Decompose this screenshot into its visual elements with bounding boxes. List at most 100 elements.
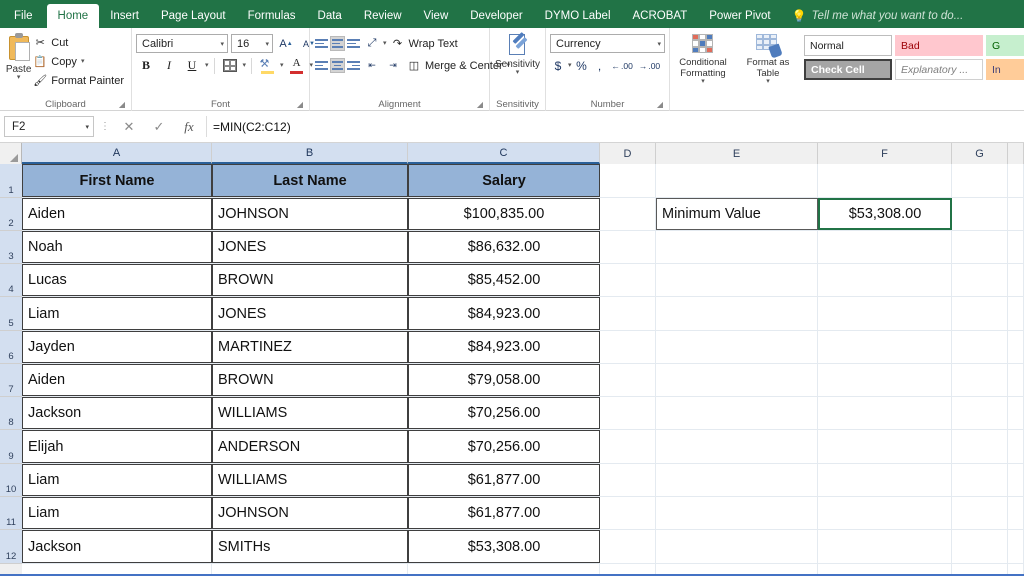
cell-g9[interactable] [952,430,1008,463]
accounting-format-button[interactable]: $ [550,57,566,75]
cell-c3[interactable]: $86,632.00 [408,231,600,263]
cell-c5[interactable]: $84,923.00 [408,297,600,330]
formula-bar-grip[interactable]: ⋮ [98,121,112,132]
column-header-d[interactable]: D [600,143,656,164]
row-header-1[interactable]: 1 [0,164,22,198]
decrease-decimal-button[interactable]: → .00 [637,61,662,71]
cell-style-check-cell[interactable]: Check Cell [804,59,892,80]
row-header-9[interactable]: 9 [0,430,22,464]
cell-a10[interactable]: Liam [22,464,212,496]
chevron-down-icon[interactable]: ▾ [243,62,247,69]
cell-e2-minimum-value-label[interactable]: Minimum Value [656,198,818,230]
cell-g6[interactable] [952,331,1008,363]
cell-e3[interactable] [656,231,818,263]
cell-e5[interactable] [656,297,818,330]
cell-h11[interactable] [1008,497,1024,529]
cell-style-good[interactable]: G [986,35,1024,56]
align-center-button[interactable] [330,58,345,73]
ribbon-tab-developer[interactable]: Developer [459,4,533,28]
ribbon-tab-acrobat[interactable]: ACROBAT [622,4,699,28]
dialog-launcher-icon[interactable]: ◢ [477,98,483,111]
cell-c10[interactable]: $61,877.00 [408,464,600,496]
dialog-launcher-icon[interactable]: ◢ [119,98,125,111]
cell-c1[interactable]: Salary [408,164,600,197]
cell-c11[interactable]: $61,877.00 [408,497,600,529]
paste-button[interactable]: Paste ▾ [4,31,33,81]
cell-d8[interactable] [600,397,656,429]
cell-f9[interactable] [818,430,952,463]
column-header-b[interactable]: B [212,143,408,164]
row-header-6[interactable]: 6 [0,331,22,364]
cell-a3[interactable]: Noah [22,231,212,263]
row-header-11[interactable]: 11 [0,497,22,530]
column-header-c[interactable]: C [408,143,600,164]
orientation-button[interactable]: ⤢ [362,34,382,53]
cell-b12[interactable]: SMITHs [212,530,408,563]
tell-me-search[interactable]: 💡 Tell me what you want to do... [782,4,974,28]
cell-d3[interactable] [600,231,656,263]
cell-a1[interactable]: First Name [22,164,212,197]
cell-d7[interactable] [600,364,656,396]
row-header-12[interactable]: 12 [0,530,22,564]
cell-g4[interactable] [952,264,1008,296]
wrap-text-button[interactable]: ↷ Wrap Text [388,35,458,53]
font-size-combobox[interactable]: 16 ▾ [231,34,273,53]
cell-c7[interactable]: $79,058.00 [408,364,600,396]
cell-a8[interactable]: Jackson [22,397,212,429]
bold-button[interactable]: B [136,56,156,75]
cell-a6[interactable]: Jayden [22,331,212,363]
cell-e6[interactable] [656,331,818,363]
cell-d9[interactable] [600,430,656,463]
cell-d1[interactable] [600,164,656,197]
row-header-7[interactable]: 7 [0,364,22,397]
formula-input[interactable]: =MIN(C2:C12) [206,116,1020,137]
italic-button[interactable]: I [159,56,179,75]
row-header-10[interactable]: 10 [0,464,22,497]
row-header-4[interactable]: 4 [0,264,22,297]
cell-a11[interactable]: Liam [22,497,212,529]
name-box[interactable]: F2 ▾ [4,116,94,137]
cell-b1[interactable]: Last Name [212,164,408,197]
cell-c4[interactable]: $85,452.00 [408,264,600,296]
cell-f7[interactable] [818,364,952,396]
chevron-down-icon[interactable]: ▾ [766,78,770,85]
column-header-g[interactable]: G [952,143,1008,164]
chevron-down-icon[interactable]: ▾ [17,74,21,81]
dialog-launcher-icon[interactable]: ◢ [297,98,303,111]
chevron-down-icon[interactable]: ▾ [205,62,209,69]
cell-g11[interactable] [952,497,1008,529]
cell-g10[interactable] [952,464,1008,496]
cell-b6[interactable]: MARTINEZ [212,331,408,363]
chevron-down-icon[interactable]: ▾ [81,58,85,65]
cell-h1[interactable] [1008,164,1024,197]
column-header-f[interactable]: F [818,143,952,164]
cell-f2-minimum-value[interactable]: $53,308.00 [818,198,952,230]
cell-d4[interactable] [600,264,656,296]
cell-e12[interactable] [656,530,818,563]
chevron-down-icon[interactable]: ▾ [568,62,572,69]
ribbon-tab-file[interactable]: File [0,4,47,28]
cell-f10[interactable] [818,464,952,496]
row-header-2[interactable]: 2 [0,198,22,231]
align-bottom-button[interactable] [346,36,361,51]
sensitivity-button[interactable]: Sensitivity ▾ [492,31,544,76]
copy-button[interactable]: 📋 Copy ▾ [33,53,127,70]
cut-button[interactable]: ✂ Cut [33,34,127,51]
comma-format-button[interactable]: , [592,57,608,75]
cell-h3[interactable] [1008,231,1024,263]
cell-a7[interactable]: Aiden [22,364,212,396]
ribbon-tab-dymo-label[interactable]: DYMO Label [534,4,622,28]
cell-g1[interactable] [952,164,1008,197]
cell-a9[interactable]: Elijah [22,430,212,463]
cell-b8[interactable]: WILLIAMS [212,397,408,429]
cell-a12[interactable]: Jackson [22,530,212,563]
format-painter-button[interactable]: 🖌 Format Painter [33,72,127,89]
cell-style-explanatory[interactable]: Explanatory ... [895,59,983,80]
cell-h12[interactable] [1008,530,1024,563]
confirm-entry-button[interactable]: ✓ [146,116,172,138]
cell-e10[interactable] [656,464,818,496]
cell-b9[interactable]: ANDERSON [212,430,408,463]
ribbon-tab-review[interactable]: Review [353,4,413,28]
cell-e7[interactable] [656,364,818,396]
number-format-combobox[interactable]: Currency ▾ [550,34,665,53]
